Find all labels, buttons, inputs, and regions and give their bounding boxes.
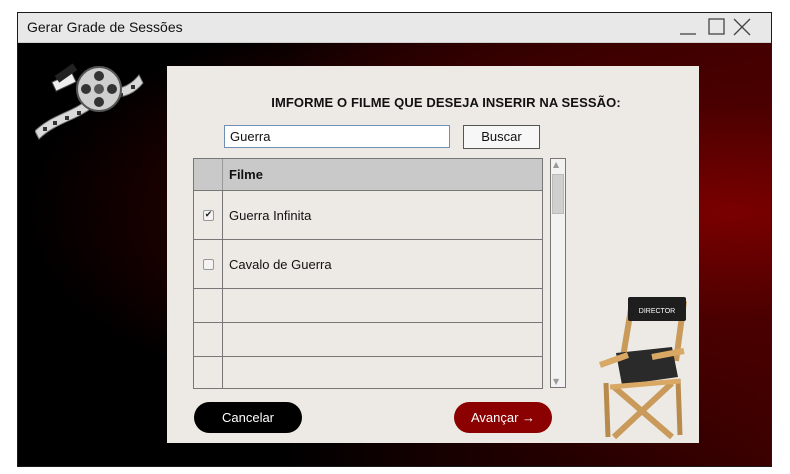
scrollbar-thumb[interactable] [552,174,564,214]
select-column-header [194,159,223,190]
chair-label: DIRECTOR [639,308,675,315]
app-window: Gerar Grade de Sessões IMFORME O FILME Q… [17,12,772,467]
table-scrollbar[interactable]: ▲ ▼ [550,158,566,388]
table-row [194,289,542,323]
insert-film-panel: IMFORME O FILME QUE DESEJA INSERIR NA SE… [167,66,699,443]
window-title: Gerar Grade de Sessões [27,19,183,35]
column-header-filme: Filme [229,167,263,182]
search-input[interactable] [224,125,450,148]
row-checkbox-checked[interactable]: ✔ [203,210,214,221]
minimize-icon[interactable] [676,16,700,38]
table-row [194,323,542,357]
next-button[interactable]: Avançar → [454,402,552,433]
close-icon[interactable] [730,16,754,38]
maximize-icon[interactable] [704,16,728,38]
film-title: Guerra Infinita [229,208,312,223]
director-chair-icon: DIRECTOR [598,297,687,440]
title-bar: Gerar Grade de Sessões [18,13,771,43]
scroll-down-icon[interactable]: ▼ [553,377,559,386]
row-select-cell [194,323,223,356]
row-checkbox[interactable] [203,259,214,270]
film-title: Cavalo de Guerra [229,257,332,272]
table-header: Filme [194,159,542,191]
cancel-button[interactable]: Cancelar [194,402,302,433]
panel-heading: IMFORME O FILME QUE DESEJA INSERIR NA SE… [271,95,621,110]
row-select-cell [194,357,223,388]
search-button[interactable]: Buscar [463,125,540,149]
row-select-cell [194,289,223,322]
table-row [194,357,542,388]
table-row[interactable]: ✔ Guerra Infinita [194,191,542,240]
table-row[interactable]: Cavalo de Guerra [194,240,542,289]
window-content: IMFORME O FILME QUE DESEJA INSERIR NA SE… [18,43,771,466]
film-reel-icon [35,63,144,140]
scroll-up-icon[interactable]: ▲ [553,160,559,169]
films-table: Filme ✔ Guerra Infinita Cavalo de Guerra [193,158,543,389]
